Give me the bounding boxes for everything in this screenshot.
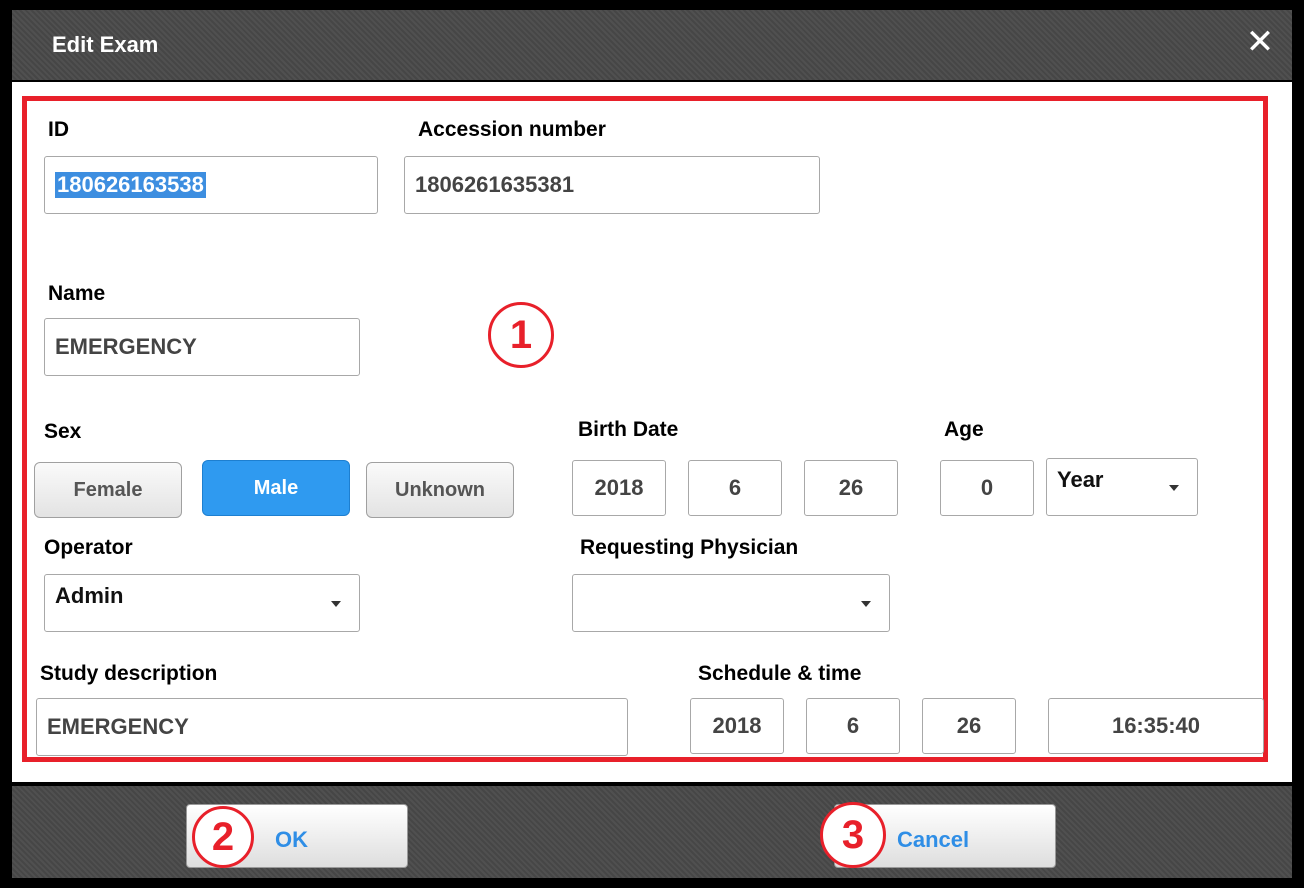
id-value: 180626163538 bbox=[55, 172, 206, 198]
age-unit-value: Year bbox=[1057, 467, 1104, 492]
requesting-physician-label: Requesting Physician bbox=[580, 536, 799, 559]
schedule-year-field[interactable]: 2018 bbox=[690, 698, 784, 754]
birth-month-value: 6 bbox=[728, 475, 742, 500]
operator-value: Admin bbox=[55, 583, 124, 608]
requesting-physician-select[interactable] bbox=[572, 574, 890, 632]
sex-male-button[interactable]: Male bbox=[202, 460, 350, 516]
chevron-down-icon bbox=[1169, 485, 1179, 491]
callout-1: 1 bbox=[488, 302, 554, 368]
name-value: EMERGENCY bbox=[55, 334, 197, 359]
id-field[interactable]: 180626163538 bbox=[44, 156, 378, 214]
birth-day-field[interactable]: 26 bbox=[804, 460, 898, 516]
schedule-day-value: 26 bbox=[956, 713, 982, 738]
accession-label: Accession number bbox=[418, 118, 606, 141]
callout-3: 3 bbox=[820, 802, 886, 868]
dialog-title: Edit Exam bbox=[52, 32, 159, 57]
callout-2: 2 bbox=[192, 806, 254, 868]
schedule-month-value: 6 bbox=[846, 713, 860, 738]
age-value-field[interactable]: 0 bbox=[940, 460, 1034, 516]
schedule-time-value: 16:35:40 bbox=[1111, 713, 1201, 738]
sex-label: Sex bbox=[44, 420, 82, 443]
study-description-label: Study description bbox=[40, 662, 218, 685]
age-label: Age bbox=[944, 418, 984, 441]
sex-female-button[interactable]: Female bbox=[34, 462, 182, 518]
operator-select[interactable]: Admin bbox=[44, 574, 360, 632]
name-label: Name bbox=[48, 282, 106, 305]
study-description-value: EMERGENCY bbox=[47, 714, 189, 739]
id-label: ID bbox=[48, 118, 69, 141]
title-bar: Edit Exam ✕ bbox=[12, 10, 1292, 80]
accession-field[interactable]: 1806261635381 bbox=[404, 156, 820, 214]
chevron-down-icon bbox=[331, 601, 341, 607]
age-unit-select[interactable]: Year bbox=[1046, 458, 1198, 516]
schedule-month-field[interactable]: 6 bbox=[806, 698, 900, 754]
birth-day-value: 26 bbox=[838, 475, 864, 500]
edit-exam-dialog: Edit Exam ✕ ID 180626163538 Accession nu… bbox=[0, 0, 1304, 888]
name-field[interactable]: EMERGENCY bbox=[44, 318, 360, 376]
birth-year-field[interactable]: 2018 bbox=[572, 460, 666, 516]
chevron-down-icon bbox=[861, 601, 871, 607]
birth-year-value: 2018 bbox=[594, 475, 644, 500]
schedule-time-field[interactable]: 16:35:40 bbox=[1048, 698, 1264, 754]
close-icon[interactable]: ✕ bbox=[1242, 24, 1278, 60]
birth-date-label: Birth Date bbox=[578, 418, 679, 441]
sex-unknown-button[interactable]: Unknown bbox=[366, 462, 514, 518]
birth-month-field[interactable]: 6 bbox=[688, 460, 782, 516]
accession-value: 1806261635381 bbox=[415, 172, 575, 197]
schedule-day-field[interactable]: 26 bbox=[922, 698, 1016, 754]
age-value: 0 bbox=[980, 475, 994, 500]
schedule-time-label: Schedule & time bbox=[698, 662, 862, 685]
ok-button-label: OK bbox=[275, 827, 308, 852]
study-description-field[interactable]: EMERGENCY bbox=[36, 698, 628, 756]
schedule-year-value: 2018 bbox=[712, 713, 762, 738]
operator-label: Operator bbox=[44, 536, 133, 559]
cancel-button-label: Cancel bbox=[897, 827, 970, 852]
